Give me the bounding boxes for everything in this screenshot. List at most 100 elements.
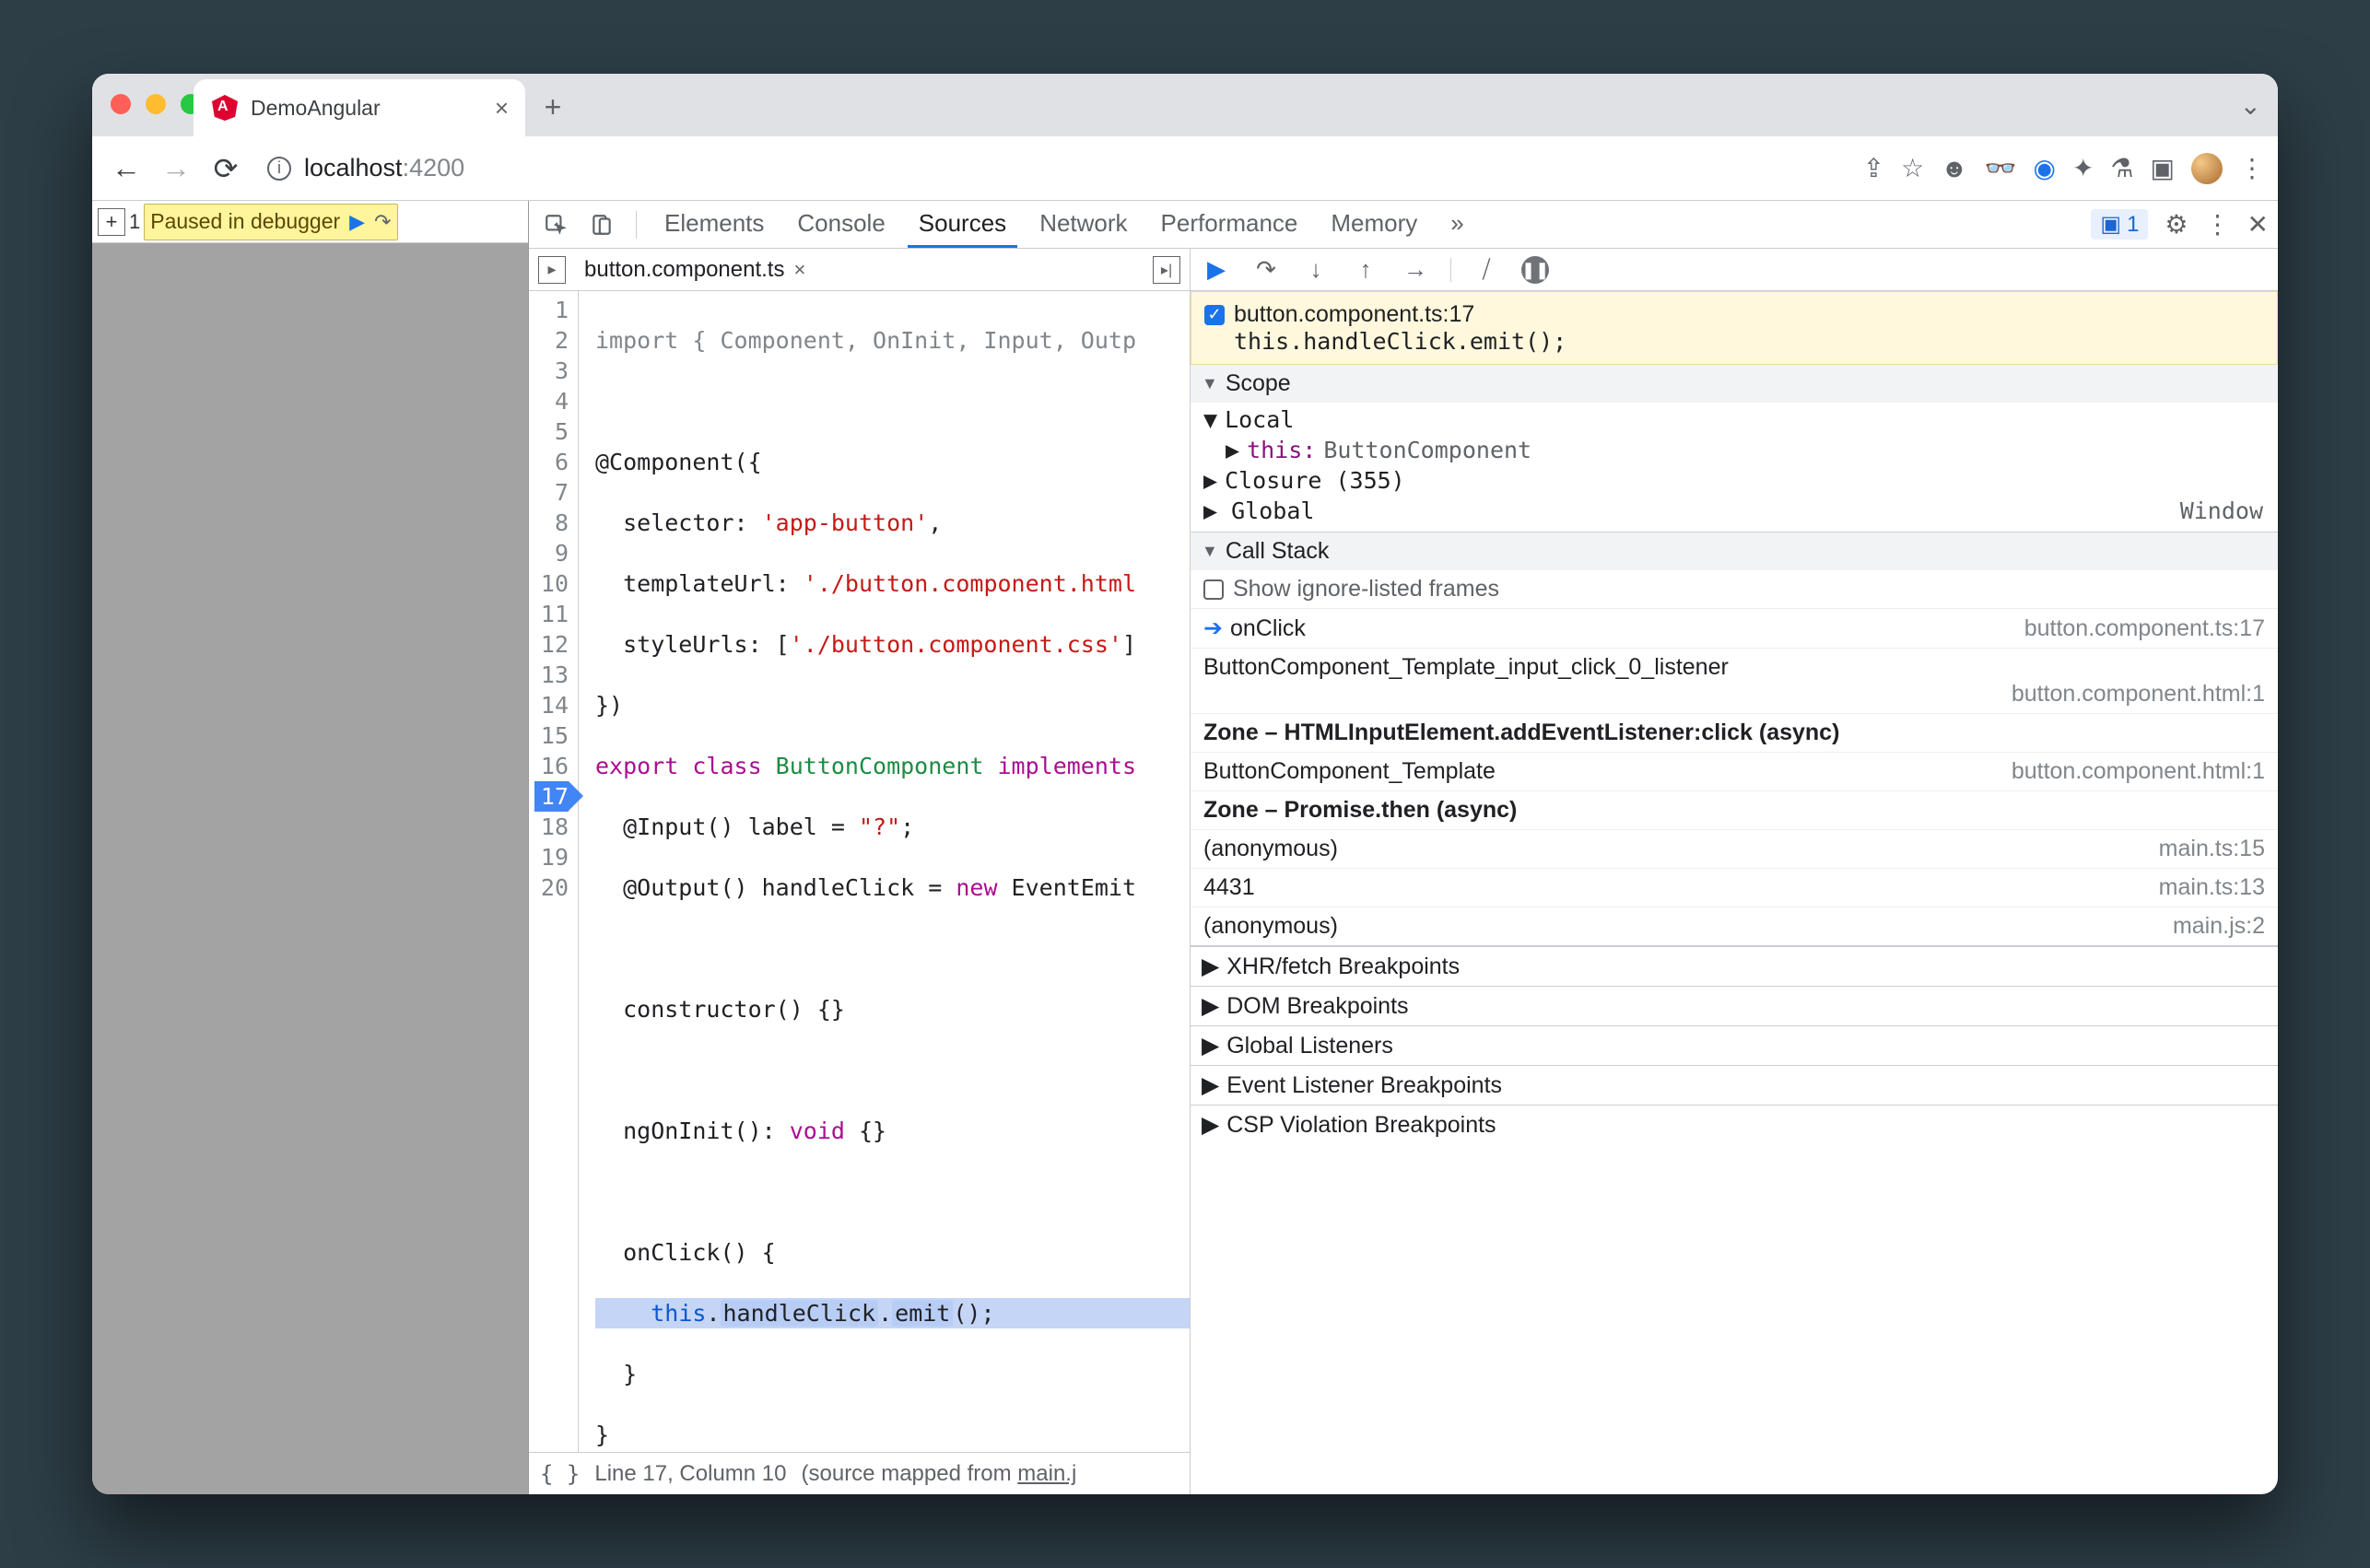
xhr-breakpoints-header[interactable]: ▶XHR/fetch Breakpoints bbox=[1191, 946, 2278, 986]
devtools-menu-icon[interactable]: ⋮ bbox=[2205, 209, 2231, 240]
breakpoint-checkbox[interactable]: ✓ bbox=[1204, 305, 1225, 325]
browser-tab[interactable]: DemoAngular × bbox=[194, 79, 525, 136]
tab-memory[interactable]: Memory bbox=[1320, 201, 1428, 248]
scope-section: ▼ Scope ▼Local ▶this: ButtonComponent ▶C… bbox=[1191, 365, 2278, 532]
devtools: Elements Console Sources Network Perform… bbox=[529, 201, 2278, 1494]
dom-breakpoints-header[interactable]: ▶DOM Breakpoints bbox=[1191, 986, 2278, 1025]
angular-icon bbox=[212, 95, 238, 121]
line-gutter[interactable]: 12345 678910 1112131415 1617181920 bbox=[529, 291, 579, 1452]
pause-pill: Paused in debugger ▶ ↷ bbox=[144, 204, 397, 240]
snippets-toggle-icon[interactable]: ▸| bbox=[1153, 256, 1180, 284]
step-button[interactable]: → bbox=[1401, 255, 1430, 284]
stack-frame-anon2[interactable]: (anonymous)main.js:2 bbox=[1191, 907, 2278, 945]
pause-on-exceptions-icon[interactable]: ❚❚ bbox=[1521, 256, 1549, 284]
stack-frame-4431[interactable]: 4431main.ts:13 bbox=[1191, 868, 2278, 907]
profile-avatar[interactable] bbox=[2191, 153, 2223, 184]
code-lines[interactable]: import { Component, OnInit, Input, Outp … bbox=[579, 291, 1190, 1452]
body-area: + 1 Paused in debugger ▶ ↷ bbox=[92, 201, 2278, 1494]
devtools-content: ▸ button.component.ts × ▸| 12345 678910 … bbox=[529, 249, 2278, 1494]
breakpoint-hit-box: ✓ button.component.ts:17 this.handleClic… bbox=[1191, 291, 2278, 365]
breakpoint-code: this.handleClick.emit(); bbox=[1234, 328, 2264, 355]
titlebar: DemoAngular × + ⌄ bbox=[92, 74, 2278, 136]
extension-flask-icon[interactable]: ⚗ bbox=[2110, 153, 2133, 183]
step-over-icon[interactable]: ↷ bbox=[374, 210, 391, 234]
source-filename[interactable]: button.component.ts bbox=[584, 257, 784, 283]
zone-async-click: Zone – HTMLInputElement.addEventListener… bbox=[1191, 713, 2278, 752]
tabs-menu-button[interactable]: ⌄ bbox=[2240, 90, 2261, 121]
browser-menu-icon[interactable]: ⋮ bbox=[2239, 153, 2261, 183]
back-button[interactable]: ← bbox=[109, 151, 144, 186]
scope-local[interactable]: ▼Local bbox=[1191, 404, 2278, 435]
close-window-icon[interactable] bbox=[111, 94, 131, 114]
side-panel-icon[interactable]: ▣ bbox=[2151, 153, 2175, 183]
scope-this[interactable]: ▶this: ButtonComponent bbox=[1191, 435, 2278, 465]
tab-console[interactable]: Console bbox=[786, 201, 896, 248]
devtools-close-icon[interactable]: ✕ bbox=[2247, 209, 2269, 240]
minimize-window-icon[interactable] bbox=[146, 94, 166, 114]
show-ignore-listed[interactable]: Show ignore-listed frames bbox=[1191, 570, 2278, 608]
browser-window: DemoAngular × + ⌄ ← → ⟳ i localhost:4200… bbox=[92, 74, 2278, 1494]
scope-global[interactable]: ▶ GlobalWindow bbox=[1191, 496, 2278, 526]
extension-react-icon[interactable]: ☻ bbox=[1941, 154, 1967, 183]
close-tab-icon[interactable]: × bbox=[495, 94, 509, 123]
global-listeners-header[interactable]: ▶Global Listeners bbox=[1191, 1025, 2278, 1065]
source-panel: ▸ button.component.ts × ▸| 12345 678910 … bbox=[529, 249, 1191, 1494]
step-into-button[interactable]: ↓ bbox=[1301, 255, 1331, 284]
forward-button[interactable]: → bbox=[158, 151, 194, 186]
issues-badge[interactable]: ▣ 1 bbox=[2091, 209, 2148, 240]
event-listener-bp-header[interactable]: ▶Event Listener Breakpoints bbox=[1191, 1065, 2278, 1105]
share-icon[interactable]: ⇪ bbox=[1863, 153, 1884, 183]
zone-async-promise: Zone – Promise.then (async) bbox=[1191, 790, 2278, 829]
resume-icon[interactable]: ▶ bbox=[349, 210, 365, 234]
step-over-button[interactable]: ↷ bbox=[1251, 255, 1281, 284]
bookmark-icon[interactable]: ☆ bbox=[1901, 153, 1924, 183]
extension-incognito-icon[interactable]: 👓 bbox=[1985, 153, 2017, 183]
debugger-panel: ▶ ↷ ↓ ↑ → ⧸ ❚❚ ✓ button.com bbox=[1191, 249, 2278, 1494]
navigator-toggle-icon[interactable]: ▸ bbox=[538, 256, 566, 284]
inspect-icon[interactable] bbox=[538, 207, 573, 242]
url-display: localhost:4200 bbox=[304, 154, 464, 182]
deactivate-breakpoints-icon[interactable]: ⧸ bbox=[1472, 255, 1501, 285]
devtools-tabs: Elements Console Sources Network Perform… bbox=[529, 201, 2278, 249]
resume-button[interactable]: ▶ bbox=[1202, 255, 1231, 284]
stack-frame-template[interactable]: ButtonComponent_Template button.componen… bbox=[1191, 752, 2278, 790]
tab-more[interactable]: » bbox=[1439, 201, 1474, 248]
callstack-header[interactable]: ▼ Call Stack bbox=[1191, 532, 2278, 570]
debugger-toolbar: ▶ ↷ ↓ ↑ → ⧸ ❚❚ bbox=[1191, 249, 2278, 291]
breakpoint-file[interactable]: button.component.ts:17 bbox=[1234, 301, 1474, 328]
toolbar-icons: ⇪ ☆ ☻ 👓 ◉ ✦ ⚗ ▣ ⋮ bbox=[1863, 153, 2261, 184]
cursor-position: Line 17, Column 10 bbox=[594, 1461, 786, 1487]
source-map-link[interactable]: main.j bbox=[1017, 1461, 1076, 1486]
checkbox-icon[interactable] bbox=[1203, 579, 1224, 600]
issues-count: 1 bbox=[2127, 212, 2139, 238]
scope-closure[interactable]: ▶Closure (355) bbox=[1191, 465, 2278, 496]
new-tab-button[interactable]: + bbox=[534, 88, 571, 125]
device-toolbar-icon[interactable] bbox=[584, 207, 619, 242]
page-top-strip: + 1 Paused in debugger ▶ ↷ bbox=[92, 201, 528, 243]
omnibox[interactable]: i localhost:4200 bbox=[258, 146, 1848, 192]
source-map-label: (source mapped from main.j bbox=[802, 1461, 1077, 1487]
tab-performance[interactable]: Performance bbox=[1150, 201, 1309, 248]
tab-sources[interactable]: Sources bbox=[908, 201, 1017, 248]
pretty-print-icon[interactable]: { } bbox=[540, 1461, 580, 1487]
stack-frame-anon1[interactable]: (anonymous)main.ts:15 bbox=[1191, 829, 2278, 868]
stack-frame-listener[interactable]: ButtonComponent_Template_input_click_0_l… bbox=[1191, 648, 2278, 713]
address-bar: ← → ⟳ i localhost:4200 ⇪ ☆ ☻ 👓 ◉ ✦ ⚗ ▣ ⋮ bbox=[92, 136, 2278, 201]
reload-button[interactable]: ⟳ bbox=[208, 151, 243, 186]
settings-gear-icon[interactable]: ⚙ bbox=[2165, 209, 2188, 240]
issues-icon: ▣ bbox=[2100, 211, 2121, 238]
close-file-icon[interactable]: × bbox=[793, 258, 805, 282]
step-out-button[interactable]: ↑ bbox=[1351, 255, 1380, 284]
extension-devtools-icon[interactable]: ◉ bbox=[2034, 153, 2056, 183]
callstack-section: ▼ Call Stack Show ignore-listed frames ➔… bbox=[1191, 532, 2278, 946]
site-info-icon[interactable]: i bbox=[267, 157, 291, 181]
expand-button[interactable]: + bbox=[98, 208, 125, 236]
csp-violation-bp-header[interactable]: ▶CSP Violation Breakpoints bbox=[1191, 1105, 2278, 1144]
tab-elements[interactable]: Elements bbox=[653, 201, 775, 248]
stack-frame-onclick[interactable]: ➔onClick button.component.ts:17 bbox=[1191, 608, 2278, 648]
code-editor[interactable]: 12345 678910 1112131415 1617181920 impor… bbox=[529, 291, 1190, 1452]
traffic-lights bbox=[111, 94, 201, 114]
scope-header[interactable]: ▼ Scope bbox=[1191, 365, 2278, 403]
tab-network[interactable]: Network bbox=[1028, 201, 1138, 248]
extensions-puzzle-icon[interactable]: ✦ bbox=[2072, 153, 2094, 183]
